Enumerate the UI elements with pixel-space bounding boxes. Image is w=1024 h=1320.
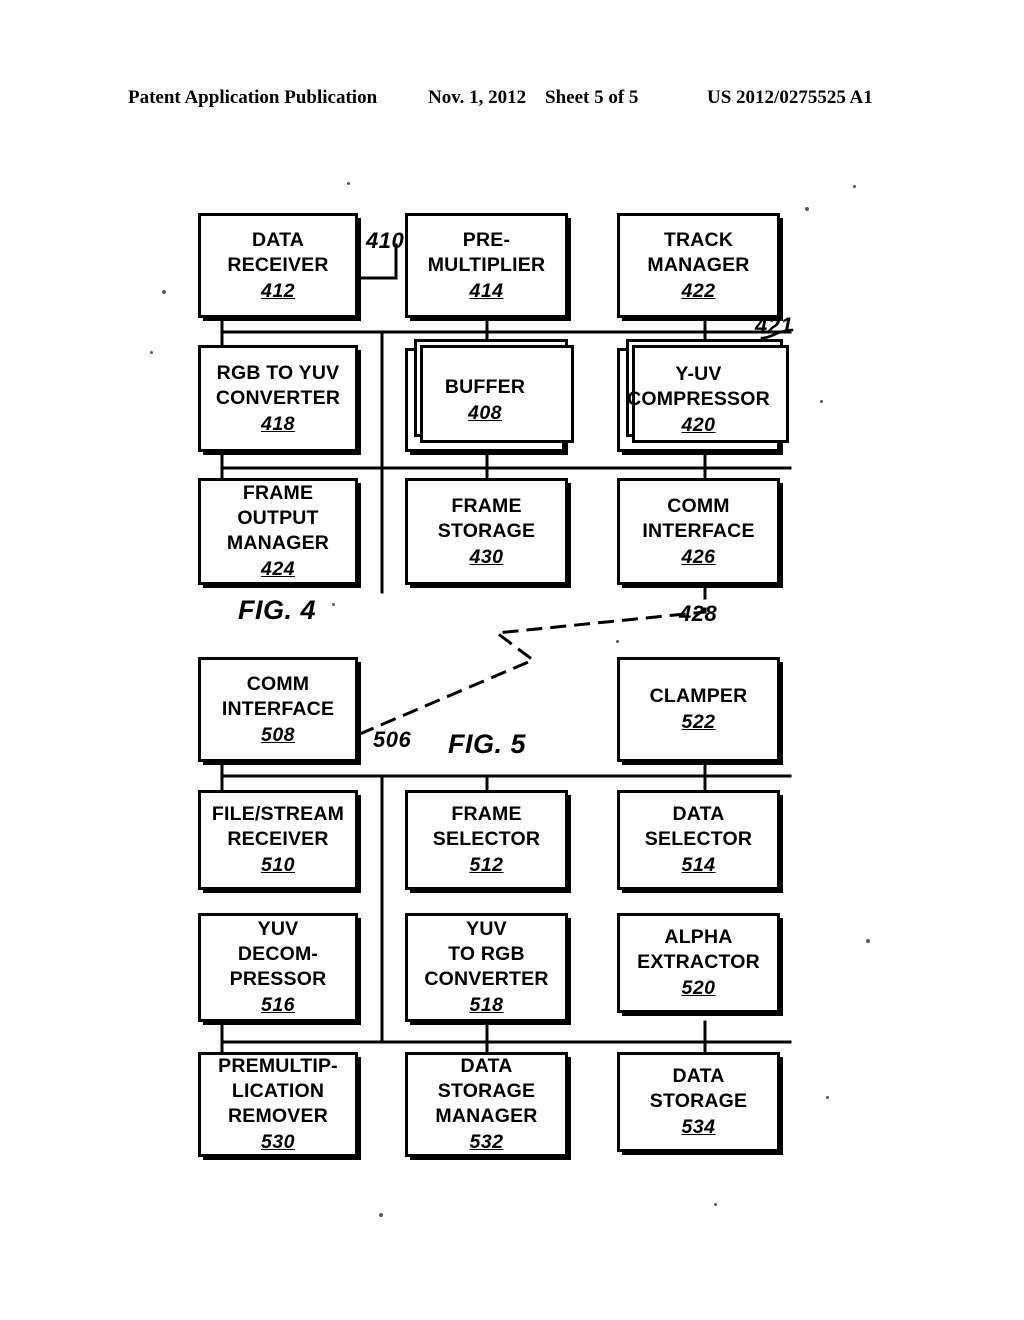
node-alpha-extractor[interactable]: ALPHA EXTRACTOR 520 [617, 913, 780, 1013]
node-premultiplication-remover-label: PREMULTIP- LICATION REMOVER [218, 1055, 338, 1127]
node-track-manager-label: TRACK MANAGER [647, 228, 750, 276]
scan-speckle [347, 182, 350, 185]
scan-speckle [616, 640, 619, 643]
node-comm-interface-508-label: COMM INTERFACE [221, 672, 335, 720]
node-data-storage-manager-ref: 532 [469, 1131, 504, 1153]
node-clamper-label: CLAMPER [649, 685, 748, 707]
node-data-selector-ref: 514 [681, 854, 716, 876]
scan-speckle [162, 290, 166, 294]
node-data-storage-manager[interactable]: DATA STORAGE MANAGER 532 [405, 1052, 568, 1157]
scan-speckle [150, 351, 153, 354]
reference-numeral-506: 506 [373, 727, 412, 752]
node-comm-interface-426-ref: 426 [681, 545, 716, 568]
node-comm-interface-508[interactable]: COMM INTERFACE 508 [198, 657, 358, 762]
node-comm-interface-508-ref: 508 [260, 723, 296, 746]
scan-speckle [853, 185, 856, 188]
node-track-manager-ref: 422 [681, 279, 716, 302]
reference-numeral-428: 428 [679, 601, 718, 626]
node-data-storage-manager-label: DATA STORAGE MANAGER [435, 1055, 538, 1127]
node-pre-multiplier-label: PRE- MULTIPLIER [427, 228, 546, 276]
node-frame-output-manager[interactable]: FRAME OUTPUT MANAGER 424 [198, 478, 358, 585]
node-buffer[interactable]: BUFFER 408 [405, 339, 574, 452]
node-data-receiver-label: DATA RECEIVER [227, 228, 329, 276]
node-y-uv-compressor-ref: 420 [681, 414, 716, 436]
node-frame-selector-ref: 512 [469, 854, 504, 876]
node-data-storage-534[interactable]: DATA STORAGE 534 [617, 1052, 780, 1152]
node-buffer-ref: 408 [467, 401, 503, 424]
scan-speckle [332, 603, 335, 606]
node-clamper[interactable]: CLAMPER 522 [617, 657, 780, 762]
node-frame-output-manager-label: FRAME OUTPUT MANAGER [226, 482, 330, 554]
node-comm-interface-426-label: COMM INTERFACE [642, 494, 755, 542]
node-y-uv-compressor-label: Y-UV COMPRESSOR [627, 363, 770, 410]
reference-numeral-410: 410 [366, 228, 405, 253]
scan-speckle [826, 1096, 829, 1099]
figure-canvas: DATA RECEIVER 412 PRE- MULTIPLIER 414 TR… [0, 0, 1024, 1320]
node-data-receiver-ref: 412 [260, 279, 296, 302]
figure-caption-fig4: FIG. 4 [238, 595, 317, 625]
node-yuv-to-rgb-converter-label: YUV TO RGB CONVERTER [424, 918, 549, 990]
node-file-stream-receiver[interactable]: FILE/STREAM RECEIVER 510 [198, 790, 358, 890]
node-rgb-to-yuv-converter-label: RGB TO YUV CONVERTER [215, 361, 341, 409]
node-buffer-label: BUFFER [444, 375, 526, 398]
scan-speckle [714, 1203, 717, 1206]
node-yuv-decompressor-label: YUV DECOM- PRESSOR [229, 918, 327, 990]
node-pre-multiplier-ref: 414 [469, 279, 504, 302]
node-data-selector-label: DATA SELECTOR [644, 803, 753, 850]
node-yuv-to-rgb-converter[interactable]: YUV TO RGB CONVERTER 518 [405, 913, 568, 1022]
node-frame-output-manager-ref: 424 [260, 558, 296, 580]
scan-speckle [379, 1213, 383, 1217]
node-rgb-to-yuv-converter[interactable]: RGB TO YUV CONVERTER 418 [198, 345, 358, 452]
node-y-uv-compressor[interactable]: Y-UV COMPRESSOR 420 [617, 339, 789, 452]
node-frame-storage[interactable]: FRAME STORAGE 430 [405, 478, 568, 585]
scan-speckle [866, 939, 870, 943]
node-data-receiver[interactable]: DATA RECEIVER 412 [198, 213, 358, 318]
node-clamper-ref: 522 [681, 711, 716, 733]
node-data-storage-534-label: DATA STORAGE [649, 1065, 748, 1112]
node-comm-interface-426[interactable]: COMM INTERFACE 426 [617, 478, 780, 585]
node-data-selector[interactable]: DATA SELECTOR 514 [617, 790, 780, 890]
node-yuv-decompressor-ref: 516 [260, 994, 296, 1016]
figure-caption-fig5: FIG. 5 [448, 729, 527, 759]
node-rgb-to-yuv-converter-ref: 418 [260, 412, 296, 435]
node-pre-multiplier[interactable]: PRE- MULTIPLIER 414 [405, 213, 568, 318]
scan-speckle [820, 400, 823, 403]
node-file-stream-receiver-label: FILE/STREAM RECEIVER [211, 803, 345, 850]
node-frame-storage-label: FRAME STORAGE [437, 494, 536, 542]
node-data-storage-534-ref: 534 [681, 1116, 716, 1138]
node-premultiplication-remover-ref: 530 [260, 1131, 296, 1153]
node-premultiplication-remover[interactable]: PREMULTIP- LICATION REMOVER 530 [198, 1052, 358, 1157]
node-frame-selector-label: FRAME SELECTOR [432, 803, 541, 850]
node-track-manager[interactable]: TRACK MANAGER 422 [617, 213, 780, 318]
node-alpha-extractor-ref: 520 [681, 977, 716, 999]
node-yuv-to-rgb-converter-ref: 518 [469, 994, 504, 1016]
node-frame-selector[interactable]: FRAME SELECTOR 512 [405, 790, 568, 890]
reference-numeral-421: 421 [755, 313, 794, 338]
node-frame-storage-ref: 430 [469, 545, 504, 568]
node-yuv-decompressor[interactable]: YUV DECOM- PRESSOR 516 [198, 913, 358, 1022]
node-alpha-extractor-label: ALPHA EXTRACTOR [637, 926, 760, 973]
node-file-stream-receiver-ref: 510 [260, 854, 296, 876]
scan-speckle [805, 207, 809, 211]
